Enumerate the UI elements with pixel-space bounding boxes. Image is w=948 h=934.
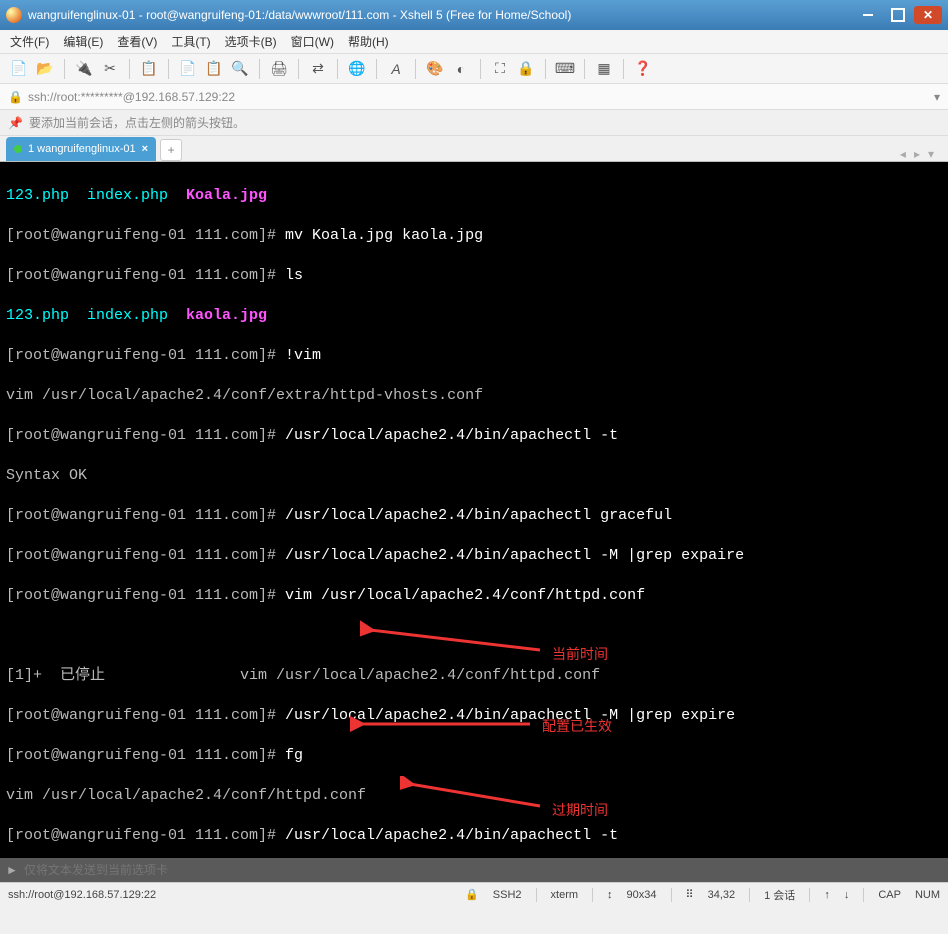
compose-input[interactable] <box>24 863 942 877</box>
find-icon[interactable]: 🔍 <box>229 58 251 80</box>
copy-icon[interactable]: 📄 <box>177 58 199 80</box>
transfer-icon[interactable]: ⇄ <box>307 58 329 80</box>
keyboard-icon[interactable]: ⌨ <box>554 58 576 80</box>
help-icon[interactable]: ❓ <box>632 58 654 80</box>
tab-scroll: ◂ ▸ ▾ <box>900 147 942 161</box>
tab-prev-icon[interactable]: ◂ <box>900 147 906 161</box>
status-num: NUM <box>915 889 940 901</box>
menu-edit[interactable]: 编辑(E) <box>63 33 103 50</box>
globe-icon[interactable]: 🌐 <box>346 58 368 80</box>
hint-text: 要添加当前会话，点击左侧的箭头按钮。 <box>29 114 245 131</box>
padlock-icon: 🔒 <box>8 90 22 104</box>
annotation-current-time: 当前时间 <box>552 644 608 664</box>
color-icon[interactable]: 🎨 <box>424 58 446 80</box>
maximize-button[interactable] <box>884 6 912 24</box>
annotation-expire: 过期时间 <box>552 800 608 820</box>
tab-list-icon[interactable]: ▾ <box>928 147 934 161</box>
tab-bar: 1 wangruifenglinux-01 × + ◂ ▸ ▾ <box>0 136 948 162</box>
paste-icon[interactable]: 📋 <box>203 58 225 80</box>
separator <box>259 59 260 79</box>
open-folder-icon[interactable]: 📂 <box>34 58 56 80</box>
annotation-config: 配置已生效 <box>542 716 612 736</box>
separator <box>129 59 130 79</box>
separator <box>376 59 377 79</box>
status-size-icon: ↕ <box>607 889 613 901</box>
separator <box>64 59 65 79</box>
separator <box>584 59 585 79</box>
status-cursor-icon: ⠿ <box>686 888 694 901</box>
menu-tabs[interactable]: 选项卡(B) <box>225 33 277 50</box>
menu-tools[interactable]: 工具(T) <box>171 33 210 50</box>
status-cursor: 34,32 <box>708 889 736 901</box>
status-caps: CAP <box>878 889 901 901</box>
lock-icon[interactable]: 🔒 <box>515 58 537 80</box>
new-tab-button[interactable]: + <box>160 139 182 161</box>
status-address: ssh://root@192.168.57.129:22 <box>8 889 156 901</box>
status-termtype: xterm <box>551 889 579 901</box>
dropdown-icon[interactable]: ▾ <box>934 90 940 104</box>
minimize-button[interactable] <box>854 6 882 24</box>
session-tab[interactable]: 1 wangruifenglinux-01 × <box>6 137 156 161</box>
status-dot-icon <box>14 145 22 153</box>
properties-icon[interactable]: 📋 <box>138 58 160 80</box>
address-bar: 🔒 ssh://root:*********@192.168.57.129:22… <box>0 84 948 110</box>
status-bar: ssh://root@192.168.57.129:22 🔒 SSH2 xter… <box>0 882 948 906</box>
status-up-icon: ↑ <box>824 889 830 901</box>
compose-prompt-icon: ► <box>6 863 18 877</box>
tab-label: 1 wangruifenglinux-01 <box>28 143 136 155</box>
separator <box>337 59 338 79</box>
status-size: 90x34 <box>627 889 657 901</box>
app-logo-icon <box>6 7 22 23</box>
status-lock-icon: 🔒 <box>465 888 479 901</box>
separator <box>168 59 169 79</box>
terminal-output[interactable]: 123.php index.php Koala.jpg [root@wangru… <box>0 162 948 858</box>
window-title: wangruifenglinux-01 - root@wangruifeng-0… <box>28 8 852 22</box>
new-session-icon[interactable]: 📄 <box>8 58 30 80</box>
hint-bar: 📌 要添加当前会话，点击左侧的箭头按钮。 <box>0 110 948 136</box>
close-button[interactable] <box>914 6 942 24</box>
status-proto: SSH2 <box>493 889 522 901</box>
titlebar: wangruifenglinux-01 - root@wangruifeng-0… <box>0 0 948 30</box>
tab-next-icon[interactable]: ▸ <box>914 147 920 161</box>
separator <box>545 59 546 79</box>
menubar: 文件(F) 编辑(E) 查看(V) 工具(T) 选项卡(B) 窗口(W) 帮助(… <box>0 30 948 54</box>
separator <box>298 59 299 79</box>
print-icon[interactable]: 🖨 <box>268 58 290 80</box>
reconnect-icon[interactable]: 🔌 <box>73 58 95 80</box>
status-sessions: 1 会话 <box>764 887 795 903</box>
layout-icon[interactable]: ▦ <box>593 58 615 80</box>
separator <box>415 59 416 79</box>
address-text[interactable]: ssh://root:*********@192.168.57.129:22 <box>28 90 934 104</box>
menu-view[interactable]: 查看(V) <box>117 33 157 50</box>
font-icon[interactable]: A <box>385 58 407 80</box>
theme-icon[interactable]: ◐ <box>450 58 472 80</box>
menu-window[interactable]: 窗口(W) <box>291 33 334 50</box>
menu-help[interactable]: 帮助(H) <box>348 33 389 50</box>
toolbar: 📄 📂 🔌 ✂ 📋 📄 📋 🔍 🖨 ⇄ 🌐 A 🎨 ◐ ⛶ 🔒 ⌨ ▦ ❓ <box>0 54 948 84</box>
compose-bar: ► <box>0 858 948 882</box>
fullscreen-icon[interactable]: ⛶ <box>489 58 511 80</box>
tab-close-icon[interactable]: × <box>142 143 148 155</box>
separator <box>623 59 624 79</box>
pin-icon[interactable]: 📌 <box>8 116 23 130</box>
menu-file[interactable]: 文件(F) <box>10 33 49 50</box>
separator <box>480 59 481 79</box>
disconnect-icon[interactable]: ✂ <box>99 58 121 80</box>
status-down-icon: ↓ <box>844 889 850 901</box>
